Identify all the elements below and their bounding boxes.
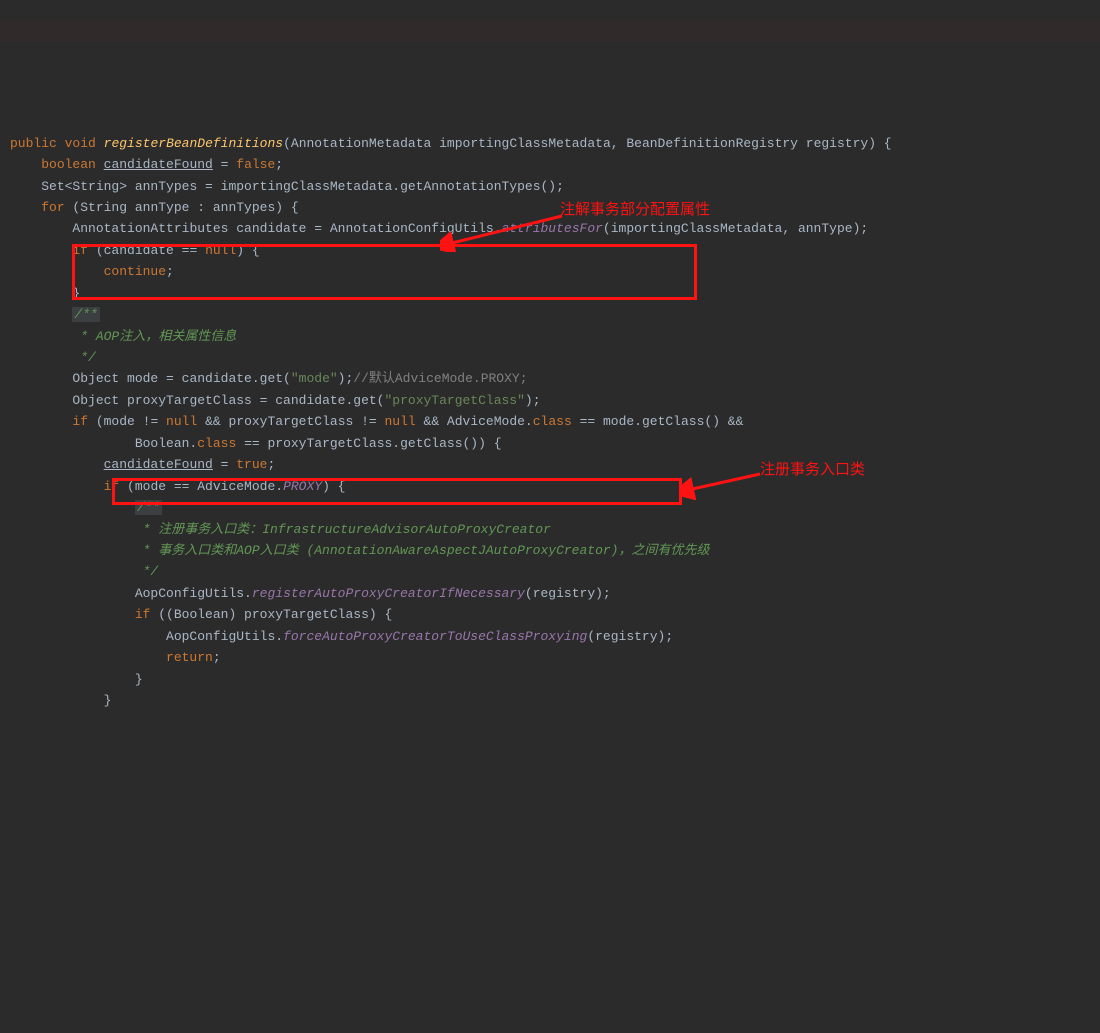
line-proxytarget: Object proxyTargetClass = candidate.get(: [72, 393, 384, 408]
kw-if: if: [72, 243, 88, 258]
line-anntypes: Set<String> annTypes = importingClassMet…: [41, 179, 564, 194]
doc-line: * AOP注入，相关属性信息: [72, 329, 236, 344]
code-block: public void registerBeanDefinitions(Anno…: [10, 133, 1100, 712]
method-name: registerBeanDefinitions: [104, 136, 283, 151]
kw-continue: continue: [104, 264, 166, 279]
line-mode: Object mode = candidate.get(: [72, 371, 290, 386]
highlight-row: [0, 21, 1100, 42]
kw-void: void: [65, 136, 96, 151]
annotation-label-2: 注册事务入口类: [760, 458, 865, 483]
var-candidateFound: candidateFound: [104, 157, 213, 172]
kw-public: public: [10, 136, 57, 151]
kw-boolean: boolean: [41, 157, 96, 172]
annotation-label-1: 注解事务部分配置属性: [560, 198, 710, 223]
kw-for: for: [41, 200, 64, 215]
doc-start: /**: [72, 307, 99, 322]
method-params: (AnnotationMetadata importingClassMetada…: [283, 136, 892, 151]
